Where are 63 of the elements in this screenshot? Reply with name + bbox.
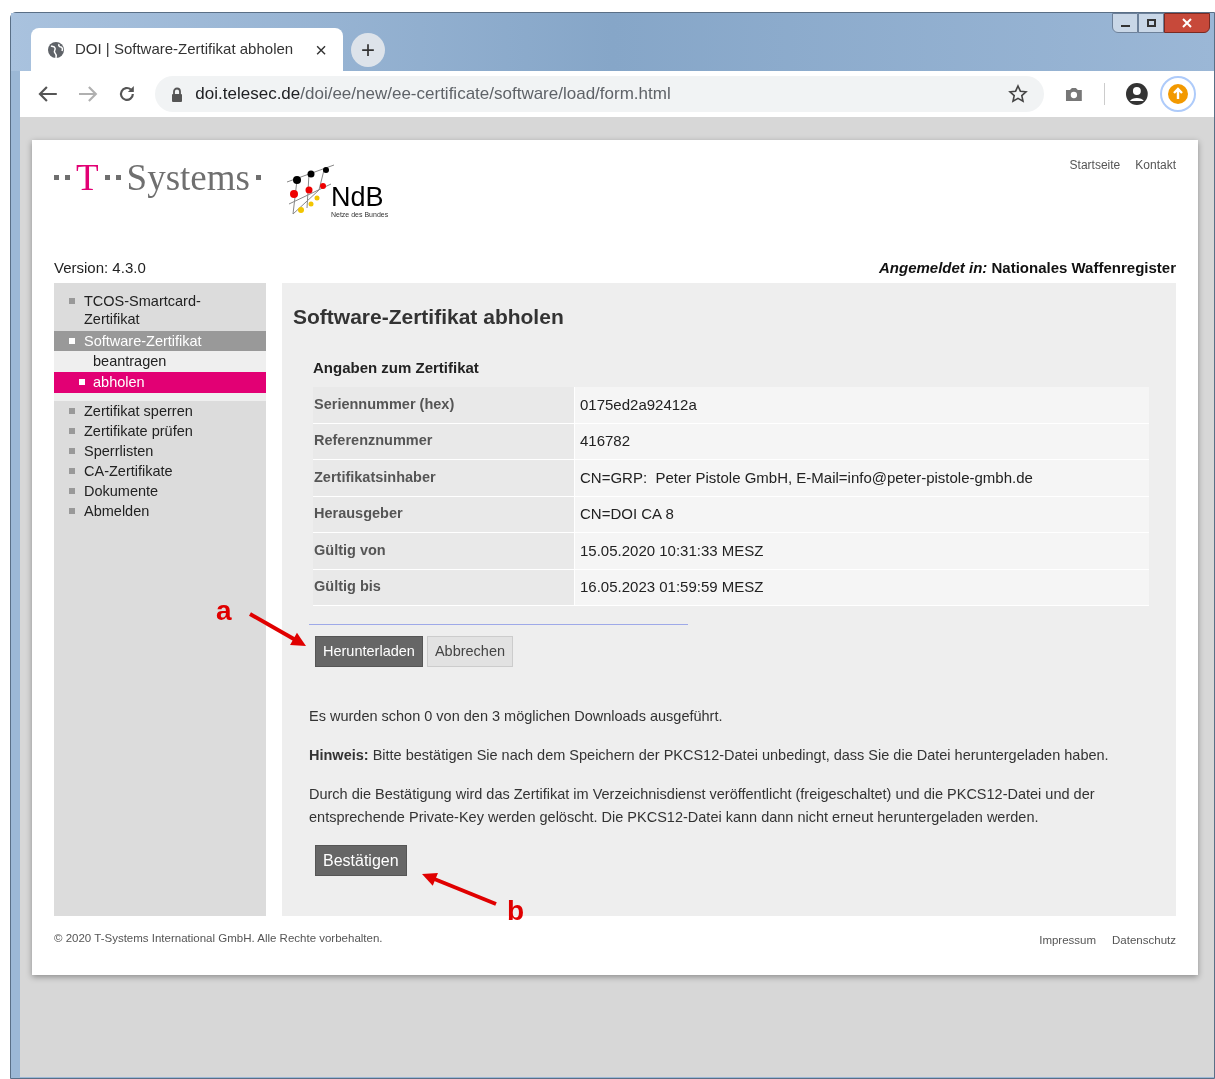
- close-icon: [1182, 18, 1192, 28]
- page-title: Software-Zertifikat abholen: [293, 304, 565, 330]
- bullet-icon: [79, 379, 85, 385]
- field-label: Herausgeber: [313, 496, 575, 532]
- bullet-icon: [69, 508, 75, 514]
- cancel-button[interactable]: Abbrechen: [426, 636, 514, 667]
- maximize-button[interactable]: [1138, 13, 1164, 33]
- info-paragraph: Hinweis: Bitte bestätigen Sie nach dem Speichern der PKCS12-Datei unbedingt, dass Sie die Datei heruntergeladen haben.: [309, 746, 1110, 765]
- back-arrow-icon[interactable]: [38, 85, 58, 103]
- bullet-icon: [69, 448, 75, 454]
- url-text: doi.telesec.de/doi/ee/new/ee-certificate/software/load/form.html: [195, 83, 671, 106]
- bullet-icon: [69, 408, 75, 414]
- sidebar-item[interactable]: Dokumente: [54, 481, 266, 501]
- address-bar[interactable]: doi.telesec.de/doi/ee/new/ee-certificate/software/load/form.html: [155, 76, 1044, 112]
- reload-icon[interactable]: [117, 85, 136, 103]
- tab-title: DOI | Software-Zertifikat abholen: [75, 39, 294, 60]
- field-label: Seriennummer (hex): [313, 387, 575, 423]
- version-text: Version: 4.3.0: [54, 257, 146, 278]
- download-button[interactable]: Herunterladen: [315, 636, 423, 667]
- field-label: Gültig bis: [313, 569, 575, 605]
- login-status: Angemeldet in: Nationales Waffenregister: [879, 257, 1176, 278]
- footer-link[interactable]: Datenschutz: [1112, 932, 1176, 950]
- field-value: 0175ed2a92412a: [575, 387, 1149, 423]
- sidebar-item[interactable]: Abmelden: [54, 501, 266, 521]
- section-heading: Angaben zum Zertifikat: [313, 357, 480, 378]
- info-paragraph: Es wurden schon 0 von den 3 möglichen Downloads ausgeführt.: [309, 707, 724, 726]
- minimize-button[interactable]: [1112, 13, 1138, 33]
- field-value: 15.05.2020 10:31:33 MESZ: [575, 533, 1149, 569]
- sidebar-subitem[interactable]: abholen: [54, 372, 266, 393]
- bullet-icon: [69, 468, 75, 474]
- field-value: CN=DOI CA 8: [575, 496, 1149, 532]
- confirm-button[interactable]: Bestätigen: [315, 845, 407, 876]
- field-value: CN=GRP: Peter Pistole GmbH, E-Mail=info@peter-pistole-gmbh.de: [575, 460, 1149, 496]
- close-button[interactable]: [1164, 13, 1210, 33]
- sidebar-item[interactable]: Sperrlisten: [54, 441, 266, 461]
- info-paragraph: Durch die Bestätigung wird das Zertifikat im Verzeichnisdienst veröffentlicht (freigeschaltet) und die PKCS12-Datei und der entsprechende Private-Key werden gelöscht. Die PKCS12-Datei kann dann nicht erneut heruntergeladen werden.: [309, 785, 1096, 827]
- bullet-icon: [69, 338, 75, 344]
- browser-tab[interactable]: DOI | Software-Zertifikat abholen ×: [31, 28, 343, 71]
- globe-icon: [47, 40, 65, 59]
- star-icon[interactable]: [1007, 84, 1028, 104]
- sidebar-subitem[interactable]: beantragen: [54, 351, 266, 372]
- tab-close-button[interactable]: ×: [315, 39, 327, 60]
- sidebar-item[interactable]: Zertifikat sperren: [54, 401, 266, 421]
- bullet-icon: [69, 488, 75, 494]
- bullet-icon: [69, 428, 75, 434]
- t-systems-logo: T Systems: [54, 150, 261, 206]
- sidebar-item[interactable]: TCOS-Smartcard-Zertifikat: [54, 291, 266, 331]
- copyright-text: © 2020 T-Systems International GmbH. Alle Rechte vorbehalten.: [54, 931, 383, 946]
- sidebar-item[interactable]: CA-Zertifikate: [54, 461, 266, 481]
- sidebar-item[interactable]: Zertifikate prüfen: [54, 421, 266, 441]
- field-label: Gültig von: [313, 533, 575, 569]
- new-tab-button[interactable]: +: [351, 33, 385, 67]
- field-value: 16.05.2023 01:59:59 MESZ: [575, 569, 1149, 605]
- footer-link[interactable]: Impressum: [1039, 932, 1097, 950]
- bullet-icon: [69, 298, 75, 304]
- field-value: 416782: [575, 423, 1149, 459]
- field-label: Zertifikatsinhaber: [313, 460, 575, 496]
- annotation-label: a: [216, 594, 232, 628]
- lock-icon: [171, 86, 184, 102]
- camera-icon[interactable]: [1063, 86, 1084, 102]
- field-label: Referenznummer: [313, 423, 575, 459]
- annotation-label: b: [507, 894, 525, 928]
- account-icon[interactable]: [1124, 82, 1149, 106]
